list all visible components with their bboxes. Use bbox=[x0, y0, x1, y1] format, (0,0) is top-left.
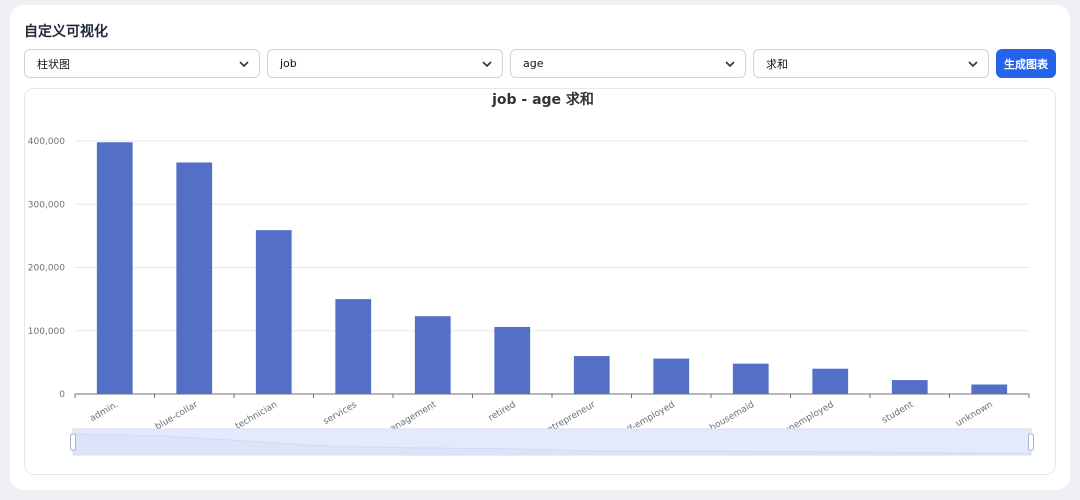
bar[interactable] bbox=[494, 326, 531, 394]
x-field-select[interactable]: job bbox=[267, 49, 503, 78]
aggregation-select[interactable]: 求和 bbox=[753, 49, 989, 78]
zoom-selection[interactable] bbox=[73, 429, 1031, 455]
page-title: 自定义可视化 bbox=[24, 24, 108, 40]
y-tick-label: 400,000 bbox=[28, 137, 65, 147]
bar-chart: job - age 求和 0 100,000 200,000 300,000 400,0… bbox=[28, 91, 1034, 456]
y-field-select[interactable]: age bbox=[510, 49, 746, 78]
x-tick-label: services bbox=[322, 400, 359, 427]
bar[interactable] bbox=[414, 316, 451, 394]
aggregation-value: 求和 bbox=[766, 57, 788, 71]
generate-chart-button[interactable]: 生成图表 bbox=[996, 49, 1056, 78]
bar[interactable] bbox=[573, 356, 610, 394]
bar[interactable] bbox=[653, 358, 690, 394]
bar[interactable] bbox=[255, 230, 292, 394]
bar[interactable] bbox=[891, 380, 928, 394]
x-tick-label: unknown bbox=[954, 400, 994, 429]
chevron-down-icon bbox=[725, 61, 735, 68]
chart-type-select[interactable]: 柱状图 bbox=[24, 49, 260, 78]
x-tick-label: retired bbox=[487, 400, 518, 424]
y-field-value: age bbox=[523, 57, 544, 70]
x-tick-label: technician bbox=[234, 400, 279, 432]
y-tick-label: 300,000 bbox=[28, 200, 65, 210]
y-tick-label: 0 bbox=[59, 390, 65, 400]
bar[interactable] bbox=[96, 142, 133, 394]
chart-title: job - age 求和 bbox=[491, 91, 594, 108]
chevron-down-icon bbox=[482, 61, 492, 68]
bar[interactable] bbox=[812, 368, 849, 394]
bar[interactable] bbox=[732, 363, 769, 394]
chevron-down-icon bbox=[239, 61, 249, 68]
y-tick-label: 200,000 bbox=[28, 264, 65, 274]
bar[interactable] bbox=[971, 384, 1008, 394]
x-field-value: job bbox=[280, 57, 297, 70]
bar[interactable] bbox=[335, 299, 372, 394]
zoom-handle[interactable] bbox=[70, 433, 76, 451]
zoom-handle[interactable] bbox=[1028, 433, 1034, 451]
chart-type-value: 柱状图 bbox=[37, 57, 70, 71]
y-tick-label: 100,000 bbox=[28, 327, 65, 337]
visualization-card: 自定义可视化 柱状图 job age 求和 生成图表 job - age 求和 … bbox=[10, 5, 1070, 490]
x-tick-label: housemaid bbox=[708, 400, 756, 433]
x-tick-label: admin. bbox=[88, 400, 120, 424]
chart-container: job - age 求和 0 100,000 200,000 300,000 400,0… bbox=[24, 88, 1056, 475]
chevron-down-icon bbox=[968, 61, 978, 68]
x-tick-label: blue-collar bbox=[154, 400, 200, 432]
x-tick-label: student bbox=[880, 400, 915, 426]
bar[interactable] bbox=[176, 162, 213, 394]
